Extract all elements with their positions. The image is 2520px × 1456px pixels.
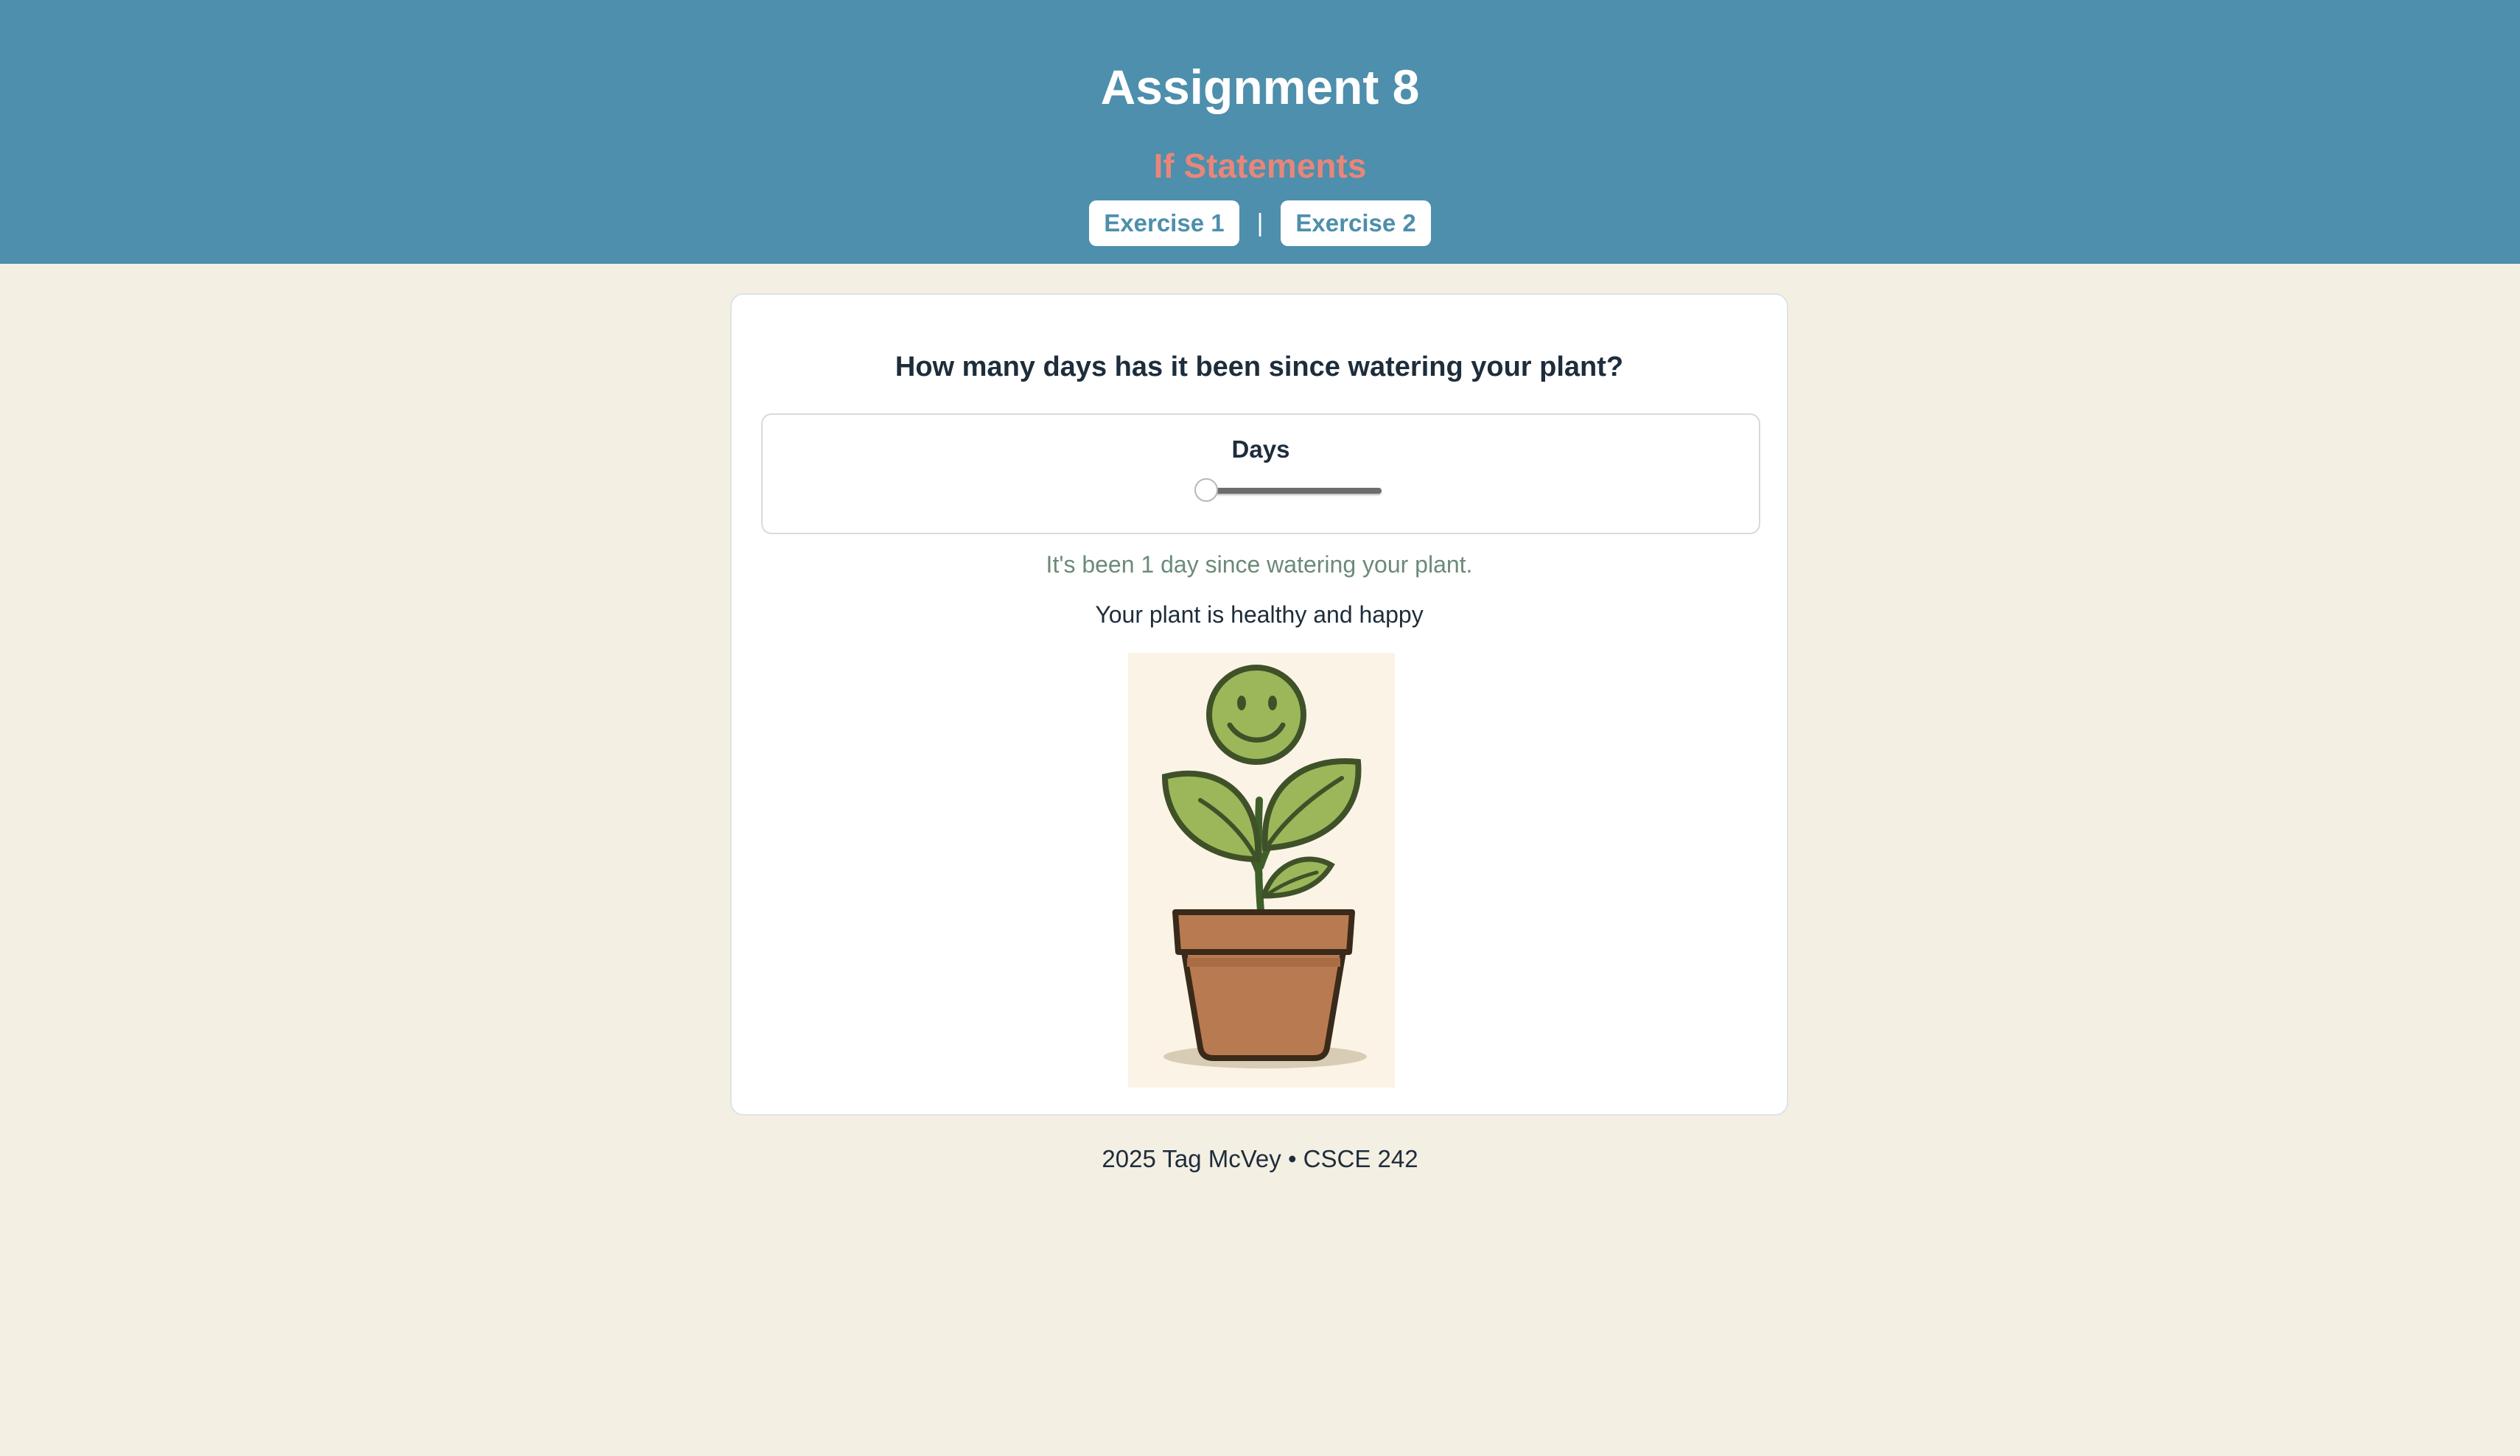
page-header: Assignment 8 If Statements Exercise 1 | … — [0, 0, 2520, 264]
happy-plant-illustration — [1128, 653, 1395, 1088]
nav-link-exercise-2[interactable]: Exercise 2 — [1281, 200, 1431, 246]
days-slider-thumb[interactable] — [1194, 478, 1218, 502]
days-slider-track[interactable] — [1211, 488, 1382, 494]
page-footer: 2025 Tag McVey • CSCE 242 — [1102, 1145, 1418, 1172]
nav-separator: | — [1256, 209, 1264, 237]
question-heading: How many days has it been since watering… — [895, 351, 1624, 382]
nav-link-exercise-1[interactable]: Exercise 1 — [1089, 200, 1239, 246]
page-subtitle: If Statements — [1153, 147, 1367, 185]
days-since-watering-message: It's been 1 day since watering your plan… — [1046, 551, 1473, 578]
exercise-card: How many days has it been since watering… — [730, 293, 1788, 1116]
days-slider-panel: Days — [761, 413, 1760, 534]
page-title: Assignment 8 — [1100, 60, 1420, 114]
days-slider-label: Days — [1231, 435, 1290, 463]
exercise-nav: Exercise 1 | Exercise 2 — [0, 200, 2520, 246]
plant-health-message: Your plant is healthy and happy — [1095, 601, 1424, 628]
